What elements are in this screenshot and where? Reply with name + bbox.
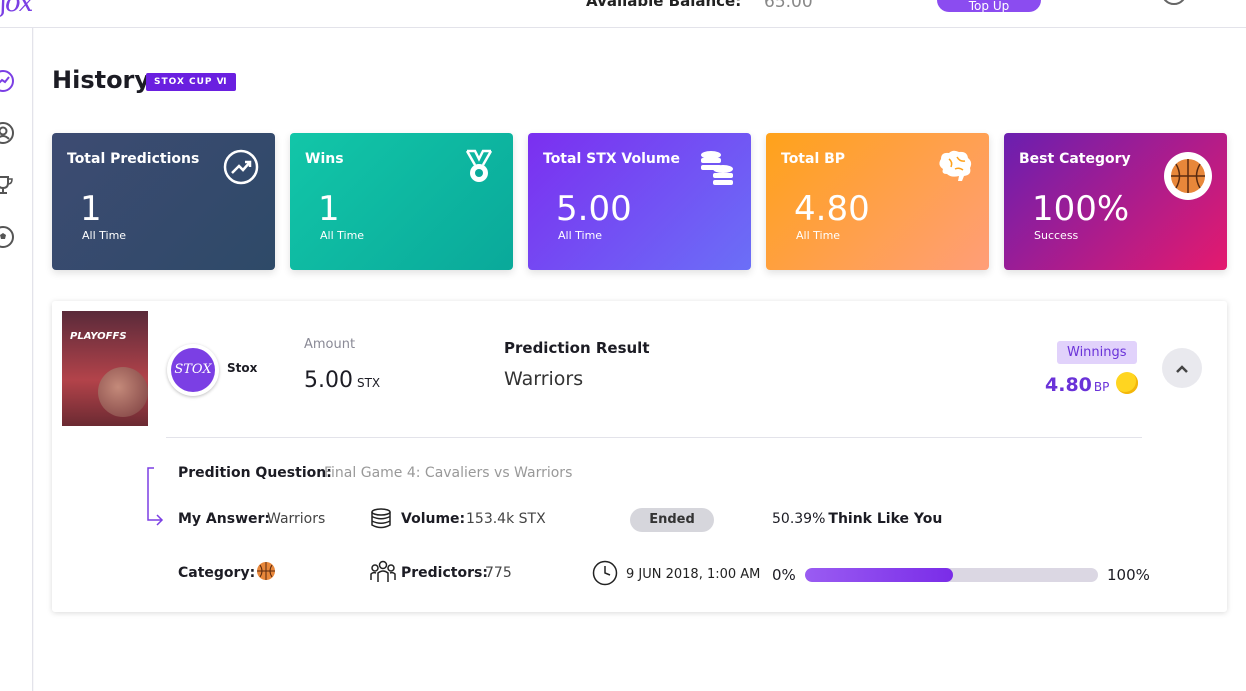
stat-value: 1 bbox=[318, 189, 340, 229]
stat-value: 100% bbox=[1032, 189, 1130, 229]
think-label: Think Like You bbox=[828, 511, 943, 527]
question-label: Predition Question: bbox=[178, 465, 332, 481]
prediction-result-label: Prediction Result bbox=[504, 339, 650, 357]
stat-title: Best Category bbox=[1019, 151, 1131, 167]
predictors-group-icon bbox=[370, 560, 396, 582]
brain-icon bbox=[939, 150, 972, 181]
winnings-value: 4.80 BP bbox=[1045, 374, 1109, 396]
stat-title: Total STX Volume bbox=[543, 151, 680, 167]
answer-label: My Answer: bbox=[178, 511, 270, 527]
stat-subtitle: All Time bbox=[320, 229, 365, 242]
stat-card-total-predictions: Total Predictions 1 All Time bbox=[52, 133, 275, 270]
basketball-image bbox=[98, 367, 148, 417]
stat-value: 5.00 bbox=[556, 189, 632, 229]
trend-up-icon bbox=[223, 149, 259, 185]
top-bar: ʃox Available Balance: 65.00 Top Up bbox=[0, 0, 1246, 28]
amount-number: 5.00 bbox=[304, 368, 353, 393]
date-value: 9 JUN 2018, 1:00 AM bbox=[626, 567, 761, 582]
stat-card-total-stx-volume: Total STX Volume 5.00 All Time bbox=[528, 133, 751, 270]
basketball-icon bbox=[1164, 152, 1212, 200]
stat-card-total-bp: Total BP 4.80 All Time bbox=[766, 133, 989, 270]
progress-fill bbox=[805, 568, 953, 582]
available-balance-value: 65.00 bbox=[764, 0, 813, 12]
sidebar-soccer-icon[interactable] bbox=[0, 226, 14, 248]
predictors-label: Predictors: bbox=[401, 565, 488, 581]
volume-value: 153.4k STX bbox=[466, 511, 546, 527]
stat-title: Total BP bbox=[781, 151, 846, 167]
event-thumbnail: PLAYOFFS bbox=[62, 311, 148, 426]
divider bbox=[166, 437, 1142, 438]
think-percent: 50.39% bbox=[772, 511, 826, 527]
winnings-unit: BP bbox=[1093, 380, 1110, 394]
cup-badge: STOX CUP Ⅵ bbox=[146, 73, 236, 91]
amount-label: Amount bbox=[304, 337, 356, 352]
stat-card-best-category: Best Category 100% Success bbox=[1004, 133, 1227, 270]
clock-icon bbox=[592, 560, 618, 586]
stat-subtitle: Success bbox=[1034, 229, 1079, 242]
answer-value: Warriors bbox=[267, 511, 326, 527]
predictor-name: Stox bbox=[227, 361, 258, 375]
basketball-category-icon bbox=[257, 562, 275, 580]
stat-value: 4.80 bbox=[794, 189, 870, 229]
stat-subtitle: All Time bbox=[796, 229, 841, 242]
amount-value: 5.00 STX bbox=[304, 368, 380, 393]
think-like-you-progress-bar bbox=[805, 568, 1098, 582]
coins-icon bbox=[701, 151, 733, 185]
winnings-number: 4.80 bbox=[1045, 374, 1092, 396]
question-value: Final Game 4: Cavaliers vs Warriors bbox=[324, 465, 573, 481]
user-profile-icon[interactable] bbox=[1160, 0, 1188, 10]
stox-logo[interactable]: ʃox bbox=[0, 0, 33, 18]
prediction-card: PLAYOFFS STOX Stox Amount 5.00 STX Predic… bbox=[52, 301, 1227, 612]
sidebar-profile-icon[interactable] bbox=[0, 122, 14, 144]
amount-unit: STX bbox=[356, 376, 381, 390]
available-balance-label: Available Balance: bbox=[586, 0, 742, 10]
top-up-button[interactable]: Top Up bbox=[937, 0, 1041, 13]
avatar: STOX bbox=[167, 344, 219, 396]
status-badge: Ended bbox=[630, 508, 714, 532]
coin-icon bbox=[1116, 372, 1138, 394]
avatar-logo: STOX bbox=[171, 348, 215, 392]
stat-title: Wins bbox=[305, 151, 344, 167]
sidebar-trophy-icon[interactable] bbox=[0, 174, 14, 196]
volume-label: Volume: bbox=[401, 511, 466, 527]
bracket-arrow-icon bbox=[147, 467, 164, 526]
stat-title: Total Predictions bbox=[67, 151, 200, 167]
coins-stack-icon bbox=[371, 508, 391, 529]
playoffs-logo-text: PLAYOFFS bbox=[70, 331, 127, 342]
page-title: History bbox=[52, 66, 151, 94]
stat-value: 1 bbox=[80, 189, 102, 229]
medal-icon bbox=[465, 149, 493, 182]
collapse-button[interactable] bbox=[1162, 348, 1202, 388]
predictors-value: 775 bbox=[485, 565, 512, 581]
prediction-result-value: Warriors bbox=[504, 368, 584, 390]
stat-subtitle: All Time bbox=[558, 229, 603, 242]
think-like-you: 50.39% Think Like You bbox=[772, 511, 942, 527]
progress-max-label: 100% bbox=[1107, 566, 1150, 584]
winnings-badge: Winnings bbox=[1057, 341, 1137, 364]
category-label: Category: bbox=[178, 565, 256, 581]
stat-card-wins: Wins 1 All Time bbox=[290, 133, 513, 270]
sidebar-trend-icon[interactable] bbox=[0, 70, 14, 92]
progress-min-label: 0% bbox=[772, 566, 796, 584]
main-content: History STOX CUP Ⅵ Total Predictions 1 A… bbox=[34, 28, 1246, 691]
sidebar bbox=[0, 28, 33, 691]
stat-subtitle: All Time bbox=[82, 229, 127, 242]
chevron-up-icon bbox=[1176, 364, 1188, 373]
